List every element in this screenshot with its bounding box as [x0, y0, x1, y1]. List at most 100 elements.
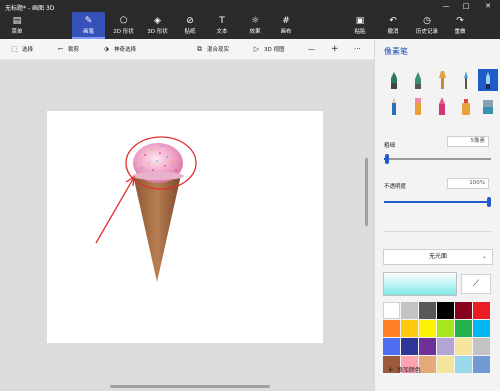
plus-icon: +	[387, 365, 394, 374]
current-color-swatch[interactable]	[383, 272, 457, 296]
watercolor-icon	[464, 71, 468, 89]
3d-view-button[interactable]: ▷ 3D 视图	[252, 44, 285, 55]
undo-button[interactable]: ↶ 撤消	[380, 12, 406, 39]
more-button[interactable]: ···	[354, 44, 361, 55]
oil-brush[interactable]	[432, 69, 452, 91]
scoop-rim	[132, 172, 184, 180]
palette-color-swatch[interactable]	[437, 302, 454, 319]
palette-color-swatch[interactable]	[401, 302, 418, 319]
fill-icon	[483, 100, 493, 114]
opacity-slider[interactable]	[384, 197, 491, 207]
ribbon: ▤ 菜单 ✎ 画笔 ⬠ 2D 形状 ◈ 3D 形状 ⊘ 贴纸 T 文本 ☼ 效果…	[0, 12, 500, 39]
select-label: 选择	[22, 47, 34, 53]
eyedropper-button[interactable]: ⟋	[461, 274, 491, 294]
canvas-icon: #	[282, 16, 290, 26]
zoom-out-button[interactable]: —	[308, 44, 315, 55]
palette-color-swatch[interactable]	[401, 320, 418, 337]
thickness-label: 粗细	[384, 143, 396, 149]
palette-color-swatch[interactable]	[383, 338, 400, 355]
ice-cream-cone	[133, 175, 181, 282]
history-icon: ◷	[423, 16, 431, 26]
paste-button[interactable]: ▣ 粘贴	[347, 12, 373, 39]
tab-2d-shapes[interactable]: ⬠ 2D 形状	[107, 12, 140, 39]
palette-color-swatch[interactable]	[455, 320, 472, 337]
spray-can-brush[interactable]	[456, 95, 476, 117]
palette-color-swatch[interactable]	[473, 320, 490, 337]
pixel-pen-brush[interactable]	[478, 69, 498, 91]
window-title: 无标题* - 画图 3D	[5, 5, 55, 12]
finish-value: 无光面	[428, 253, 447, 260]
calligraphy-pen-brush[interactable]	[408, 69, 428, 91]
palette-color-swatch[interactable]	[455, 302, 472, 319]
redo-icon: ↷	[456, 16, 464, 26]
marker-brush[interactable]	[384, 69, 404, 91]
tab-label: 效果	[249, 29, 261, 35]
mixed-reality-icon: ⧉	[197, 45, 202, 53]
close-button[interactable]: ✕	[480, 0, 496, 12]
pixel-pen-icon	[486, 72, 490, 89]
tab-text[interactable]: T 文本	[207, 12, 237, 39]
palette-color-swatch[interactable]	[401, 338, 418, 355]
zoom-in-button[interactable]: +	[331, 44, 339, 55]
eraser-icon	[415, 98, 421, 115]
eraser-brush[interactable]	[408, 95, 428, 117]
oil-brush-icon	[439, 71, 446, 89]
palette-color-swatch[interactable]	[419, 320, 436, 337]
palette-color-swatch[interactable]	[473, 302, 490, 319]
crayon-brush[interactable]	[432, 95, 452, 117]
tab-canvas[interactable]: # 画布	[271, 12, 301, 39]
opacity-input[interactable]: 100%	[447, 178, 489, 189]
add-color-button[interactable]: + 添加颜色	[383, 364, 490, 375]
opacity-slider-thumb[interactable]	[487, 197, 491, 207]
tab-brushes[interactable]: ✎ 画笔	[72, 12, 105, 39]
palette-color-swatch[interactable]	[383, 320, 400, 337]
thickness-slider-thumb[interactable]	[385, 154, 389, 164]
magic-select-button[interactable]: ⬗ 神奇选择	[102, 44, 136, 55]
tab-label: 画布	[280, 29, 292, 35]
pencil-icon	[392, 97, 396, 115]
palette-color-swatch[interactable]	[455, 338, 472, 355]
tab-menu[interactable]: ▤ 菜单	[2, 12, 32, 39]
finish-dropdown[interactable]: 无光面 ⌄	[383, 249, 493, 265]
tab-effects[interactable]: ☼ 效果	[240, 12, 270, 39]
tab-label: 重做	[454, 29, 466, 35]
annotation-arrow	[95, 178, 134, 244]
history-button[interactable]: ◷ 历史记录	[410, 12, 444, 39]
2d-shapes-icon: ⬠	[119, 16, 128, 26]
vertical-scrollbar[interactable]	[365, 158, 368, 226]
3d-view-icon: ▷	[253, 45, 260, 53]
palette-color-swatch[interactable]	[473, 338, 490, 355]
mixed-reality-button[interactable]: ⧉ 混合现实	[195, 44, 229, 55]
undo-icon: ↶	[389, 16, 397, 26]
palette-color-swatch[interactable]	[437, 338, 454, 355]
panel-divider	[384, 231, 491, 232]
crop-button[interactable]: ⌐ 裁剪	[56, 44, 79, 55]
tab-stickers[interactable]: ⊘ 贴纸	[175, 12, 205, 39]
minimize-button[interactable]: —	[438, 0, 454, 12]
palette-color-swatch[interactable]	[383, 302, 400, 319]
tab-3d-shapes[interactable]: ◈ 3D 形状	[141, 12, 174, 39]
crayon-icon	[439, 97, 445, 115]
select-icon: ⬚	[11, 45, 18, 53]
effects-icon: ☼	[250, 16, 260, 26]
tab-label: 文本	[216, 29, 228, 35]
fill-brush[interactable]	[478, 95, 498, 117]
maximize-button[interactable]: □	[458, 0, 474, 12]
text-icon: T	[219, 16, 225, 26]
tab-label: 画笔	[82, 29, 94, 35]
thickness-input[interactable]: 5像素	[447, 136, 489, 147]
menu-icon: ▤	[12, 16, 22, 26]
palette-color-swatch[interactable]	[437, 320, 454, 337]
thickness-slider[interactable]	[384, 154, 491, 164]
palette-color-swatch[interactable]	[419, 338, 436, 355]
paste-icon: ▣	[355, 16, 365, 26]
horizontal-scrollbar[interactable]	[110, 385, 270, 388]
redo-button[interactable]: ↷ 重做	[447, 12, 473, 39]
brush-icon: ✎	[84, 16, 93, 26]
select-button[interactable]: ⬚ 选择	[10, 44, 33, 55]
palette-color-swatch[interactable]	[419, 302, 436, 319]
crop-icon: ⌐	[57, 45, 64, 53]
pencil-brush[interactable]	[384, 95, 404, 117]
spray-can-icon	[462, 99, 470, 115]
watercolor-brush[interactable]	[456, 69, 476, 91]
